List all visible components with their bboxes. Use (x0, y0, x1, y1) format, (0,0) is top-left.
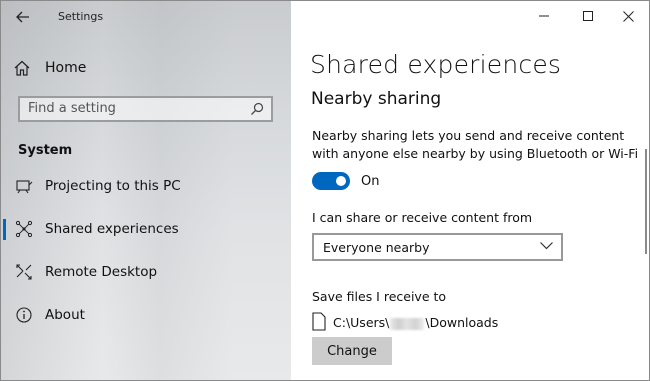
path-prefix: C:\Users\ (333, 315, 390, 330)
dropdown-selected-value: Everyone nearby (323, 240, 430, 255)
toggle-state-label: On (361, 174, 380, 189)
section-title-nearby-sharing: Nearby sharing (311, 89, 442, 109)
sidebar-item-label: About (45, 307, 85, 323)
chevron-down-icon (540, 242, 553, 250)
title-bar: Settings (1, 1, 291, 33)
nearby-sharing-toggle[interactable] (312, 172, 350, 190)
share-from-label: I can share or receive content from (312, 210, 533, 225)
home-label: Home (45, 60, 87, 76)
sidebar-item-label: Remote Desktop (45, 264, 158, 280)
nearby-sharing-description: Nearby sharing lets you send and receive… (312, 128, 639, 161)
settings-window: Settings Home Find a setting System Proj… (0, 0, 650, 381)
app-title: Settings (58, 10, 104, 23)
sidebar-item-remote-desktop[interactable]: Remote Desktop (1, 257, 291, 287)
shared-experiences-icon (15, 220, 33, 238)
scrollbar[interactable] (645, 149, 647, 254)
search-icon[interactable] (250, 102, 264, 116)
redacted-username (390, 317, 425, 330)
file-icon (312, 312, 326, 331)
close-icon (622, 10, 634, 22)
selection-indicator (3, 219, 6, 240)
sidebar-item-label: Projecting to this PC (45, 178, 181, 194)
sidebar: Settings Home Find a setting System Proj… (1, 1, 291, 380)
home-nav-item[interactable]: Home (13, 57, 86, 79)
save-path-text: C:\Users\ \Downloads (333, 315, 498, 330)
section-title-system: System (18, 143, 73, 158)
minimize-icon (539, 15, 549, 17)
sidebar-item-label: Shared experiences (45, 221, 179, 237)
page-title: Shared experiences (310, 50, 562, 79)
sidebar-item-projecting[interactable]: Projecting to this PC (1, 171, 291, 201)
projector-icon (16, 180, 33, 194)
main-content: Shared experiences Nearby sharing Nearby… (291, 1, 649, 380)
toggle-knob (336, 176, 346, 186)
info-icon (16, 307, 32, 323)
maximize-icon (583, 11, 593, 21)
back-arrow-icon (16, 11, 29, 23)
back-button[interactable] (11, 7, 35, 27)
sidebar-item-about[interactable]: About (1, 300, 291, 330)
home-icon (14, 60, 30, 76)
maximize-button[interactable] (573, 5, 603, 27)
change-button[interactable]: Change (312, 337, 392, 365)
share-from-dropdown[interactable]: Everyone nearby (312, 233, 563, 261)
close-button[interactable] (613, 5, 643, 27)
minimize-button[interactable] (529, 5, 559, 27)
path-suffix: \Downloads (425, 315, 499, 330)
search-placeholder: Find a setting (28, 101, 116, 116)
remote-desktop-icon (16, 264, 32, 280)
sidebar-item-shared-experiences[interactable]: Shared experiences (1, 214, 291, 244)
search-input[interactable]: Find a setting (18, 96, 273, 122)
save-files-label: Save files I receive to (312, 289, 447, 304)
